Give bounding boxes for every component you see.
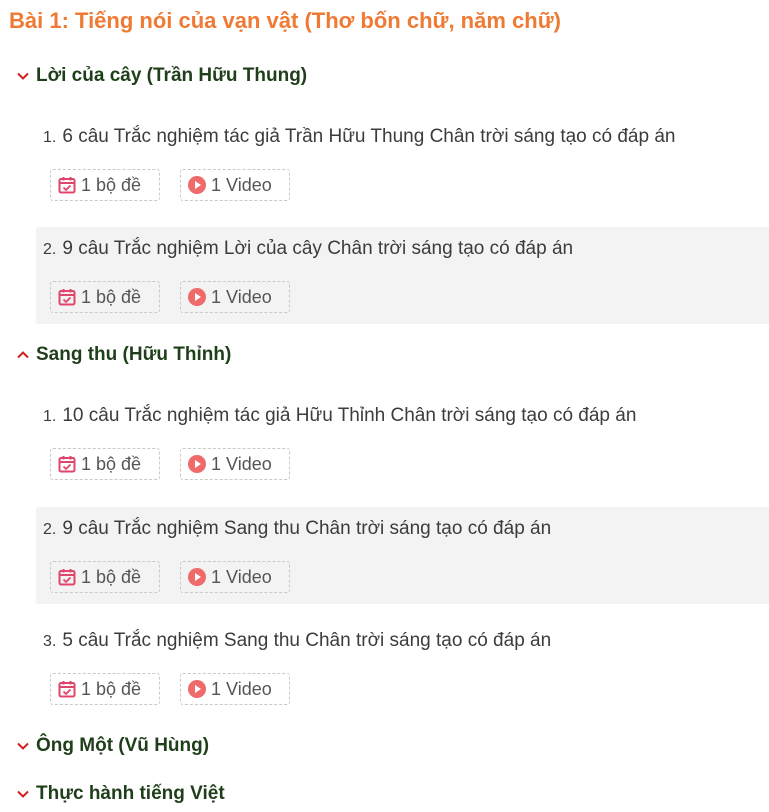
item-number: 1. — [43, 408, 57, 425]
exam-chip[interactable]: 1 bộ đề — [50, 673, 160, 705]
chevron-down-icon — [14, 67, 32, 85]
play-circle-icon — [187, 287, 207, 307]
item-title-link[interactable]: 9 câu Trắc nghiệm Sang thu Chân trời sán… — [62, 518, 551, 539]
exam-count: 1 bộ đề — [81, 453, 142, 474]
exam-chip[interactable]: 1 bộ đề — [50, 169, 160, 201]
item-number: 1. — [43, 129, 57, 146]
exam-count: 1 bộ đề — [81, 678, 142, 699]
calendar-check-icon — [57, 679, 77, 699]
section-label: Thực hành tiếng Việt — [36, 783, 225, 804]
list-item: 2. 9 câu Trắc nghiệm Sang thu Chân trời s… — [36, 507, 769, 604]
play-circle-icon — [187, 679, 207, 699]
play-circle-icon — [187, 567, 207, 587]
item-title-link[interactable]: 6 câu Trắc nghiệm tác giả Trần Hữu Thung… — [62, 126, 675, 147]
item-title-link[interactable]: 10 câu Trắc nghiệm tác giả Hữu Thỉnh Châ… — [62, 405, 636, 426]
list-item: 2. 9 câu Trắc nghiệm Lời của cây Chân trờ… — [36, 227, 769, 324]
calendar-check-icon — [57, 567, 77, 587]
list-item: 1. 6 câu Trắc nghiệm tác giả Trần Hữu Thu… — [36, 115, 769, 212]
video-chip[interactable]: 1 Video — [180, 448, 290, 480]
section-header-loi-cua-cay[interactable]: Lời của cây (Trần Hữu Thung) — [14, 65, 307, 87]
section-label: Sang thu (Hữu Thỉnh) — [36, 344, 232, 365]
video-count: 1 Video — [211, 453, 272, 474]
play-circle-icon — [187, 175, 207, 195]
play-circle-icon — [187, 454, 207, 474]
section-header-sang-thu[interactable]: Sang thu (Hữu Thỉnh) — [14, 344, 231, 366]
video-count: 1 Video — [211, 566, 272, 587]
page-title: Bài 1: Tiếng nói của vạn vật (Thơ bốn ch… — [9, 8, 561, 33]
calendar-check-icon — [57, 287, 77, 307]
video-count: 1 Video — [211, 174, 272, 195]
chevron-down-icon — [14, 785, 32, 803]
video-count: 1 Video — [211, 286, 272, 307]
list-item: 1. 10 câu Trắc nghiệm tác giả Hữu Thỉnh C… — [36, 394, 769, 491]
item-number: 3. — [43, 633, 57, 650]
chevron-down-icon — [14, 737, 32, 755]
calendar-check-icon — [57, 454, 77, 474]
item-number: 2. — [43, 241, 57, 258]
item-title-link[interactable]: 5 câu Trắc nghiệm Sang thu Chân trời sán… — [62, 630, 551, 651]
exam-chip[interactable]: 1 bộ đề — [50, 281, 160, 313]
section-header-ong-mot[interactable]: Ông Một (Vũ Hùng) — [14, 735, 209, 757]
section-label: Lời của cây (Trần Hữu Thung) — [36, 65, 308, 86]
exam-count: 1 bộ đề — [81, 286, 142, 307]
video-chip[interactable]: 1 Video — [180, 169, 290, 201]
section-header-thuc-hanh-tieng-viet[interactable]: Thực hành tiếng Việt — [14, 783, 225, 805]
exam-chip[interactable]: 1 bộ đề — [50, 561, 160, 593]
video-chip[interactable]: 1 Video — [180, 281, 290, 313]
video-count: 1 Video — [211, 678, 272, 699]
item-title-link[interactable]: 9 câu Trắc nghiệm Lời của cây Chân trời … — [62, 238, 573, 259]
exam-chip[interactable]: 1 bộ đề — [50, 448, 160, 480]
video-chip[interactable]: 1 Video — [180, 673, 290, 705]
calendar-check-icon — [57, 175, 77, 195]
exam-count: 1 bộ đề — [81, 174, 142, 195]
section-label: Ông Một (Vũ Hùng) — [36, 735, 210, 756]
exam-count: 1 bộ đề — [81, 566, 142, 587]
list-item: 3. 5 câu Trắc nghiệm Sang thu Chân trời s… — [36, 619, 769, 716]
item-number: 2. — [43, 521, 57, 538]
chevron-up-icon — [14, 346, 32, 364]
video-chip[interactable]: 1 Video — [180, 561, 290, 593]
